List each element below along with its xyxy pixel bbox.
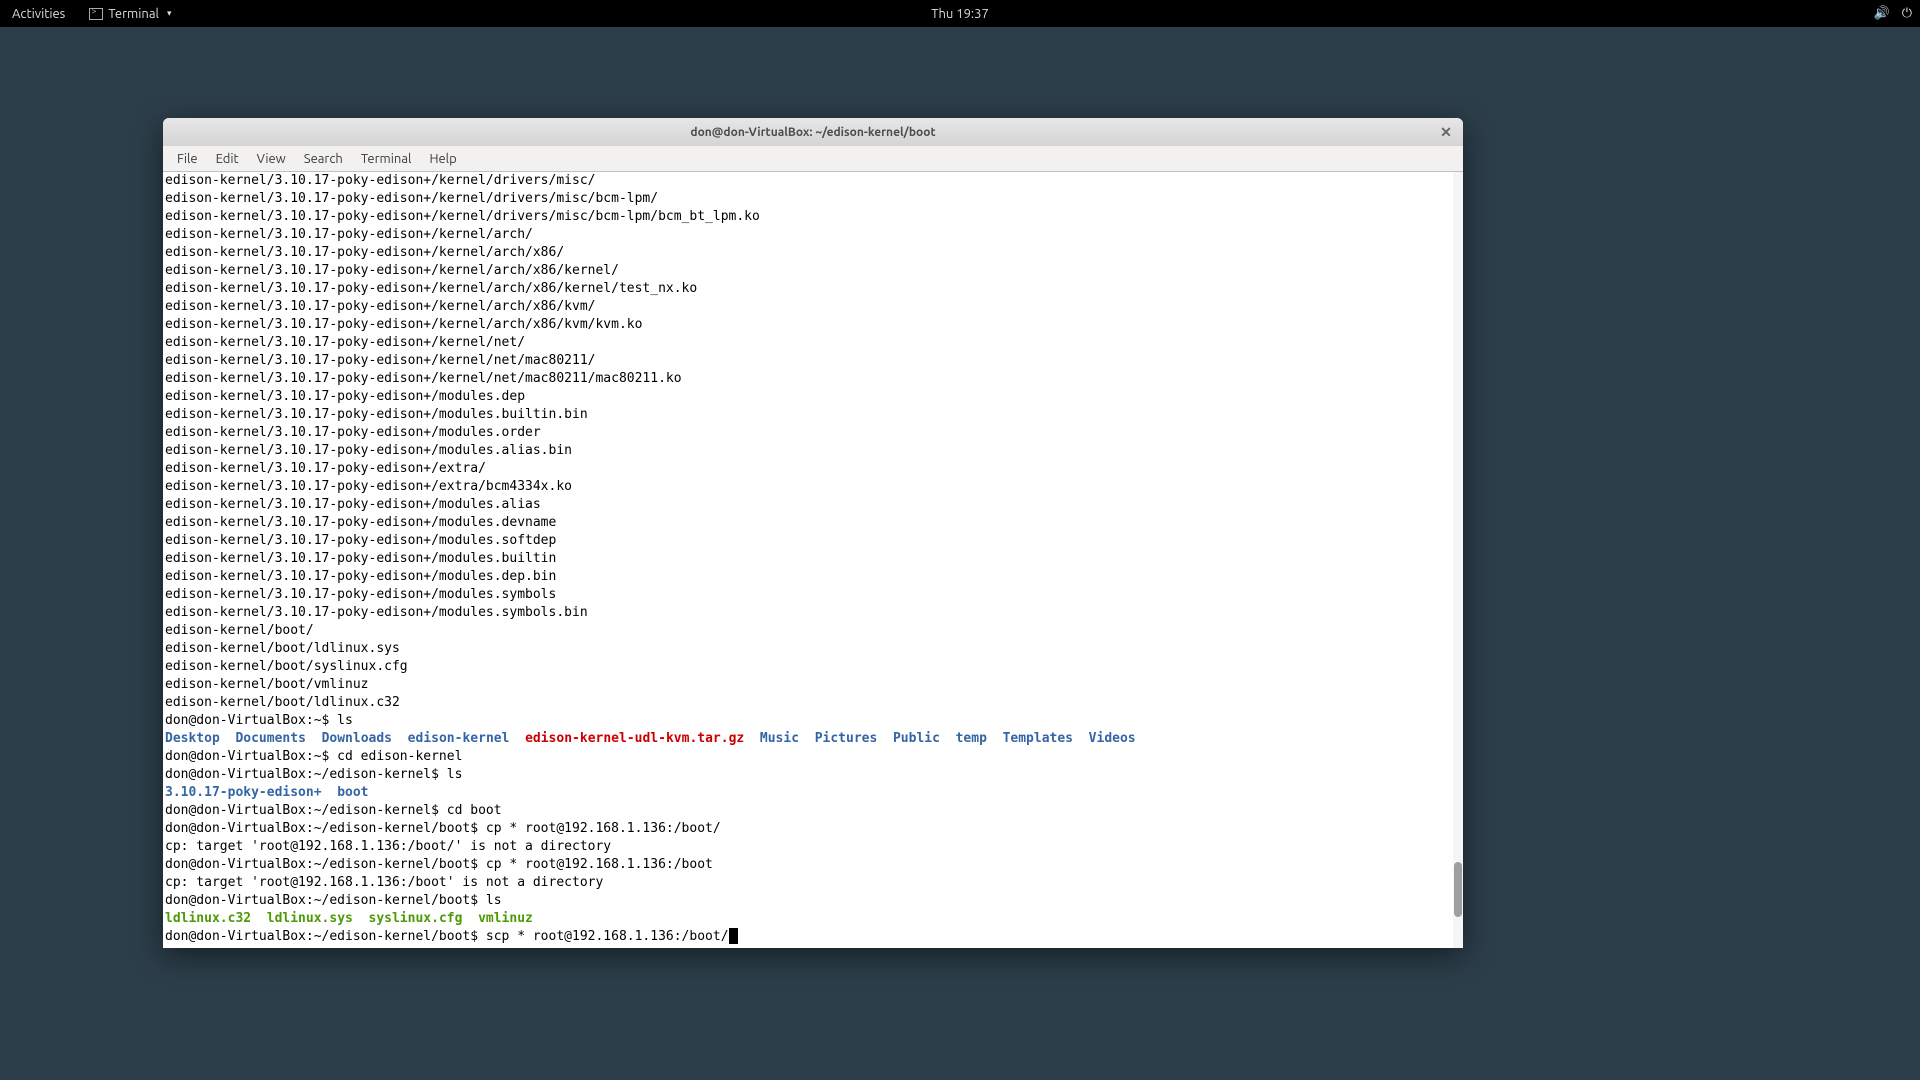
menu-help[interactable]: Help	[421, 149, 464, 169]
terminal-line: don@don-VirtualBox:~/edison-kernel/boot$…	[165, 928, 1461, 946]
terminal-line: edison-kernel/3.10.17-poky-edison+/kerne…	[165, 190, 1461, 208]
terminal-line: Desktop Documents Downloads edison-kerne…	[165, 730, 1461, 748]
terminal-line: edison-kernel/3.10.17-poky-edison+/extra…	[165, 478, 1461, 496]
terminal-line: don@don-VirtualBox:~/edison-kernel/boot$…	[165, 892, 1461, 910]
menu-edit[interactable]: Edit	[208, 149, 247, 169]
window-title: don@don-VirtualBox: ~/edison-kernel/boot	[690, 126, 935, 139]
terminal-line: don@don-VirtualBox:~/edison-kernel$ ls	[165, 766, 1461, 784]
terminal-line: don@don-VirtualBox:~/edison-kernel$ cd b…	[165, 802, 1461, 820]
menu-terminal[interactable]: Terminal	[353, 149, 420, 169]
terminal-line: edison-kernel/3.10.17-poky-edison+/modul…	[165, 514, 1461, 532]
topbar-left: Activities Terminal ▾	[0, 0, 183, 27]
terminal-line: edison-kernel/3.10.17-poky-edison+/kerne…	[165, 226, 1461, 244]
terminal-line: edison-kernel/boot/syslinux.cfg	[165, 658, 1461, 676]
terminal-line: edison-kernel/3.10.17-poky-edison+/kerne…	[165, 352, 1461, 370]
terminal-line: edison-kernel/boot/	[165, 622, 1461, 640]
terminal-line: don@don-VirtualBox:~/edison-kernel/boot$…	[165, 856, 1461, 874]
terminal-line: edison-kernel/3.10.17-poky-edison+/kerne…	[165, 244, 1461, 262]
terminal-line: 3.10.17-poky-edison+ boot	[165, 784, 1461, 802]
volume-icon[interactable]: 🔊	[1874, 6, 1890, 21]
current-app-label: Terminal	[108, 7, 159, 21]
terminal-line: edison-kernel/3.10.17-poky-edison+/kerne…	[165, 280, 1461, 298]
terminal-line: edison-kernel/3.10.17-poky-edison+/modul…	[165, 568, 1461, 586]
cursor	[729, 928, 738, 944]
terminal-line: edison-kernel/3.10.17-poky-edison+/kerne…	[165, 208, 1461, 226]
terminal-line: edison-kernel/3.10.17-poky-edison+/kerne…	[165, 316, 1461, 334]
terminal-line: edison-kernel/3.10.17-poky-edison+/modul…	[165, 586, 1461, 604]
terminal-line: edison-kernel/3.10.17-poky-edison+/kerne…	[165, 298, 1461, 316]
terminal-line: edison-kernel/3.10.17-poky-edison+/modul…	[165, 442, 1461, 460]
scrollbar-thumb[interactable]	[1454, 862, 1462, 917]
power-icon[interactable]: ⏻	[1902, 6, 1912, 21]
window-titlebar[interactable]: don@don-VirtualBox: ~/edison-kernel/boot…	[163, 118, 1463, 146]
topbar-right: 🔊 ⏻	[1874, 6, 1912, 21]
menubar: File Edit View Search Terminal Help	[163, 146, 1463, 172]
terminal-line: edison-kernel/3.10.17-poky-edison+/kerne…	[165, 262, 1461, 280]
terminal-line: edison-kernel/3.10.17-poky-edison+/kerne…	[165, 172, 1461, 190]
gnome-topbar: Activities Terminal ▾ Thu 19:37 🔊 ⏻	[0, 0, 1920, 27]
chevron-down-icon: ▾	[167, 8, 172, 19]
terminal-line: edison-kernel/boot/ldlinux.c32	[165, 694, 1461, 712]
terminal-line: edison-kernel/3.10.17-poky-edison+/modul…	[165, 532, 1461, 550]
terminal-line: edison-kernel/3.10.17-poky-edison+/modul…	[165, 388, 1461, 406]
terminal-line: don@don-VirtualBox:~/edison-kernel/boot$…	[165, 820, 1461, 838]
terminal-line: edison-kernel/boot/vmlinuz	[165, 676, 1461, 694]
terminal-line: edison-kernel/3.10.17-poky-edison+/kerne…	[165, 334, 1461, 352]
terminal-line: edison-kernel/3.10.17-poky-edison+/modul…	[165, 604, 1461, 622]
terminal-line: edison-kernel/3.10.17-poky-edison+/modul…	[165, 424, 1461, 442]
menu-view[interactable]: View	[249, 149, 294, 169]
terminal-line: edison-kernel/3.10.17-poky-edison+/extra…	[165, 460, 1461, 478]
terminal-icon	[89, 8, 103, 20]
terminal-line: edison-kernel/3.10.17-poky-edison+/modul…	[165, 406, 1461, 424]
terminal-line: edison-kernel/3.10.17-poky-edison+/kerne…	[165, 370, 1461, 388]
terminal-line: ldlinux.c32 ldlinux.sys syslinux.cfg vml…	[165, 910, 1461, 928]
current-app-menu[interactable]: Terminal ▾	[77, 0, 183, 27]
terminal-line: cp: target 'root@192.168.1.136:/boot' is…	[165, 874, 1461, 892]
terminal-line: edison-kernel/3.10.17-poky-edison+/modul…	[165, 496, 1461, 514]
terminal-line: cp: target 'root@192.168.1.136:/boot/' i…	[165, 838, 1461, 856]
terminal-line: edison-kernel/boot/ldlinux.sys	[165, 640, 1461, 658]
menu-search[interactable]: Search	[296, 149, 351, 169]
terminal-window: don@don-VirtualBox: ~/edison-kernel/boot…	[163, 118, 1463, 948]
scrollbar-track[interactable]	[1453, 172, 1463, 948]
close-button[interactable]: ✕	[1437, 123, 1455, 141]
clock[interactable]: Thu 19:37	[931, 7, 989, 21]
activities-button[interactable]: Activities	[0, 0, 77, 27]
menu-file[interactable]: File	[169, 149, 206, 169]
terminal-line: edison-kernel/3.10.17-poky-edison+/modul…	[165, 550, 1461, 568]
terminal-line: don@don-VirtualBox:~$ ls	[165, 712, 1461, 730]
terminal-line: don@don-VirtualBox:~$ cd edison-kernel	[165, 748, 1461, 766]
terminal-output[interactable]: edison-kernel/3.10.17-poky-edison+/kerne…	[163, 172, 1463, 948]
